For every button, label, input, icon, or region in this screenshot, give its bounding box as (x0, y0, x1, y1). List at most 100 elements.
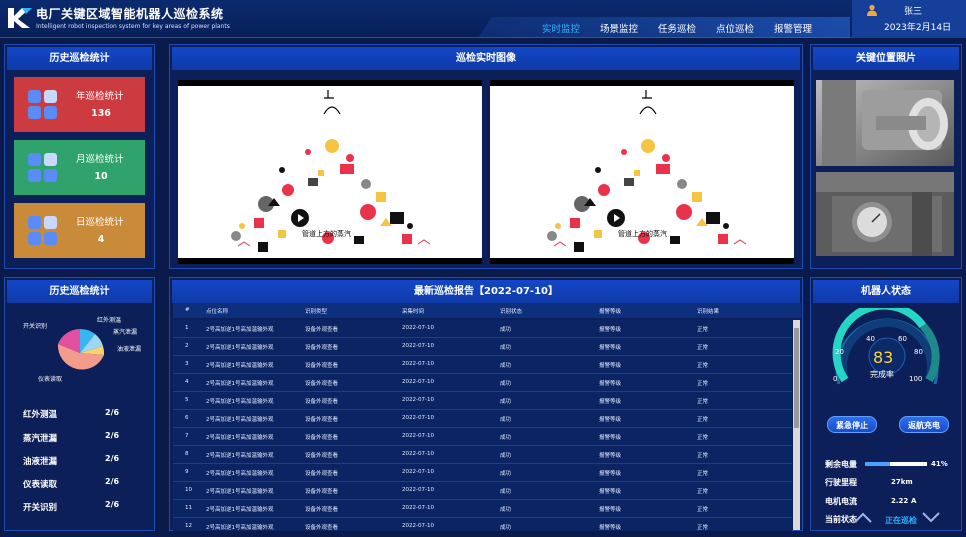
table-row[interactable]: 3 2号高加逆1号高加温输外观 设备外观查看 2022-07-10 成功 报警等级 正常 (173, 356, 792, 374)
table-cell: 成功 (500, 345, 512, 351)
image-caption: 管道上方的蒸汽 (302, 230, 351, 238)
image-caption: 管道上方的蒸汽 (618, 230, 667, 238)
table-cell: 成功 (500, 471, 512, 477)
table-cell: 2号高加逆1号高加温输外观 (206, 399, 274, 405)
status-value: 正在巡检 (885, 516, 917, 525)
table-cell: 正常 (697, 399, 709, 405)
table-cell: 1 (185, 325, 189, 331)
nav-alarm-management[interactable]: 报警管理 (774, 21, 812, 35)
table-row[interactable]: 9 2号高加逆1号高加温输外观 设备外观查看 2022-07-10 成功 报警等级 正常 (173, 464, 792, 482)
key-photo-pipe[interactable] (816, 80, 954, 166)
table-cell: 2号高加逆1号高加温输外观 (206, 345, 274, 351)
user-info[interactable]: 张三 2023年2月14日 (852, 0, 966, 38)
table-row[interactable]: 6 2号高加逆1号高加温输外观 设备外观查看 2022-07-10 成功 报警等级 正常 (173, 410, 792, 428)
battery-value: 41% (931, 460, 948, 468)
table-cell: 正常 (697, 453, 709, 459)
mileage-value: 27km (891, 478, 913, 486)
table-cell: 报警等级 (599, 453, 622, 459)
nav-point-inspection[interactable]: 点位巡检 (716, 21, 754, 35)
table-cell: 6 (185, 415, 189, 421)
gauge-tick: 60 (898, 335, 907, 343)
panel-title: 历史巡检统计 (7, 47, 152, 70)
table-cell: 报警等级 (599, 381, 622, 387)
pie-label-meter: 仪表读取 (38, 376, 63, 383)
day-stat-card: 日巡检统计 4 (14, 203, 145, 258)
main-nav: 实时监控 场景监控 任务巡检 点位巡检 报警管理 (478, 17, 850, 38)
table-cell: 2号高加逆1号高加温输外观 (206, 489, 274, 495)
table-cell: 2号高加逆1号高加温输外观 (206, 381, 274, 387)
table-cell: 正常 (697, 327, 709, 333)
table-cell: 报警等级 (599, 417, 622, 423)
table-row[interactable]: 7 2号高加逆1号高加温输外观 设备外观查看 2022-07-10 成功 报警等级 正常 (173, 428, 792, 446)
table-row[interactable]: 1 2号高加逆1号高加温输外观 设备外观查看 2022-07-10 成功 报警等级 正常 (173, 320, 792, 338)
battery-bar (865, 462, 927, 466)
stat-row-label: 开关识别 (23, 503, 58, 513)
col-header: 识别结果 (697, 309, 720, 315)
table-cell: 报警等级 (599, 363, 622, 369)
table-cell: 设备外观查看 (305, 435, 339, 441)
key-photo-gauge[interactable] (816, 172, 954, 256)
table-cell: 2022-07-10 (402, 505, 434, 511)
table-cell: 报警等级 (599, 327, 622, 333)
table-row[interactable]: 5 2号高加逆1号高加温输外观 设备外观查看 2022-07-10 成功 报警等级 正常 (173, 392, 792, 410)
table-row[interactable]: 12 2号高加逆1号高加温输外观 设备外观查看 2022-07-10 成功 报警等级 正常 (173, 518, 792, 531)
table-row[interactable]: 4 2号高加逆1号高加温输外观 设备外观查看 2022-07-10 成功 报警等级 正常 (173, 374, 792, 392)
table-row[interactable]: 11 2号高加逆1号高加温输外观 设备外观查看 2022-07-10 成功 报警等级 正常 (173, 500, 792, 518)
table-cell: 7 (185, 433, 189, 439)
table-cell: 报警等级 (599, 345, 622, 351)
stat-label: 日巡检统计 (76, 217, 124, 228)
nav-scene-monitor[interactable]: 场景监控 (600, 21, 638, 35)
nav-task-inspection[interactable]: 任务巡检 (658, 21, 696, 35)
table-cell: 2号高加逆1号高加温输外观 (206, 471, 274, 477)
gauge-value: 83 (873, 348, 894, 367)
table-cell: 2022-07-10 (402, 469, 434, 475)
chevron-down-icon[interactable] (921, 510, 941, 524)
table-row[interactable]: 8 2号高加逆1号高加温输外观 设备外观查看 2022-07-10 成功 报警等级 正常 (173, 446, 792, 464)
return-charge-button[interactable]: 返航充电 (899, 416, 949, 433)
table-row[interactable]: 10 2号高加逆1号高加温输外观 设备外观查看 2022-07-10 成功 报警等级 正常 (173, 482, 792, 500)
live-camera-feed-1[interactable]: 管道上方的蒸汽 (178, 80, 482, 264)
user-name: 张三 (904, 7, 923, 17)
table-cell: 2号高加逆1号高加温输外观 (206, 363, 274, 369)
table-cell: 成功 (500, 525, 512, 531)
table-cell: 设备外观查看 (305, 417, 339, 423)
scroll-thumb[interactable] (794, 328, 799, 428)
table-cell: 正常 (697, 417, 709, 423)
chevron-up-icon[interactable] (853, 510, 873, 524)
live-camera-feed-2[interactable]: 管道上方的蒸汽 (490, 80, 794, 264)
table-cell: 成功 (500, 489, 512, 495)
gauge-tick: 100 (909, 375, 923, 383)
table-cell: 5 (185, 397, 189, 403)
history-stats-panel: 历史巡检统计 年巡检统计 136 月巡检统计 10 日巡检统计 4 (4, 44, 155, 269)
stat-value: 136 (91, 108, 111, 119)
col-header: 识别类型 (305, 309, 328, 315)
app-title: 电厂关键区域智能机器人巡检系统 (36, 7, 224, 21)
table-cell: 2号高加逆1号高加温输外观 (206, 453, 274, 459)
table-cell: 3 (185, 361, 189, 367)
table-cell: 11 (185, 505, 192, 511)
table-row[interactable]: 2 2号高加逆1号高加温输外观 设备外观查看 2022-07-10 成功 报警等级 正常 (173, 338, 792, 356)
stat-row-value: 2/6 (105, 431, 120, 440)
top-header: 电厂关键区域智能机器人巡检系统 Intelligent robot inspec… (0, 0, 966, 38)
table-cell: 正常 (697, 363, 709, 369)
table-cell: 设备外观查看 (305, 489, 339, 495)
stat-row-label: 油液泄漏 (23, 457, 58, 467)
pie-label-oil: 油液泄漏 (117, 346, 142, 353)
nav-realtime-monitor[interactable]: 实时监控 (542, 21, 580, 35)
table-cell: 9 (185, 469, 189, 475)
stat-label: 年巡检统计 (76, 91, 124, 102)
table-cell: 正常 (697, 507, 709, 513)
table-cell: 正常 (697, 381, 709, 387)
table-cell: 2号高加逆1号高加温输外观 (206, 525, 274, 531)
table-cell: 设备外观查看 (305, 327, 339, 333)
table-cell: 2022-07-10 (402, 379, 434, 385)
col-header: 报警等级 (599, 309, 622, 315)
emergency-stop-button[interactable]: 紧急停止 (827, 416, 877, 433)
table-cell: 2022-07-10 (402, 523, 434, 529)
table-cell: 成功 (500, 381, 512, 387)
current-label: 电机电流 (825, 497, 857, 506)
table-scrollbar[interactable] (793, 320, 800, 530)
robot-status-panel: 机器人状态 0 20 40 60 80 100 83 完成率 紧急停止 返航充电… (810, 277, 962, 531)
stat-row-label: 仪表读取 (23, 480, 58, 490)
table-cell: 2号高加逆1号高加温输外观 (206, 417, 274, 423)
